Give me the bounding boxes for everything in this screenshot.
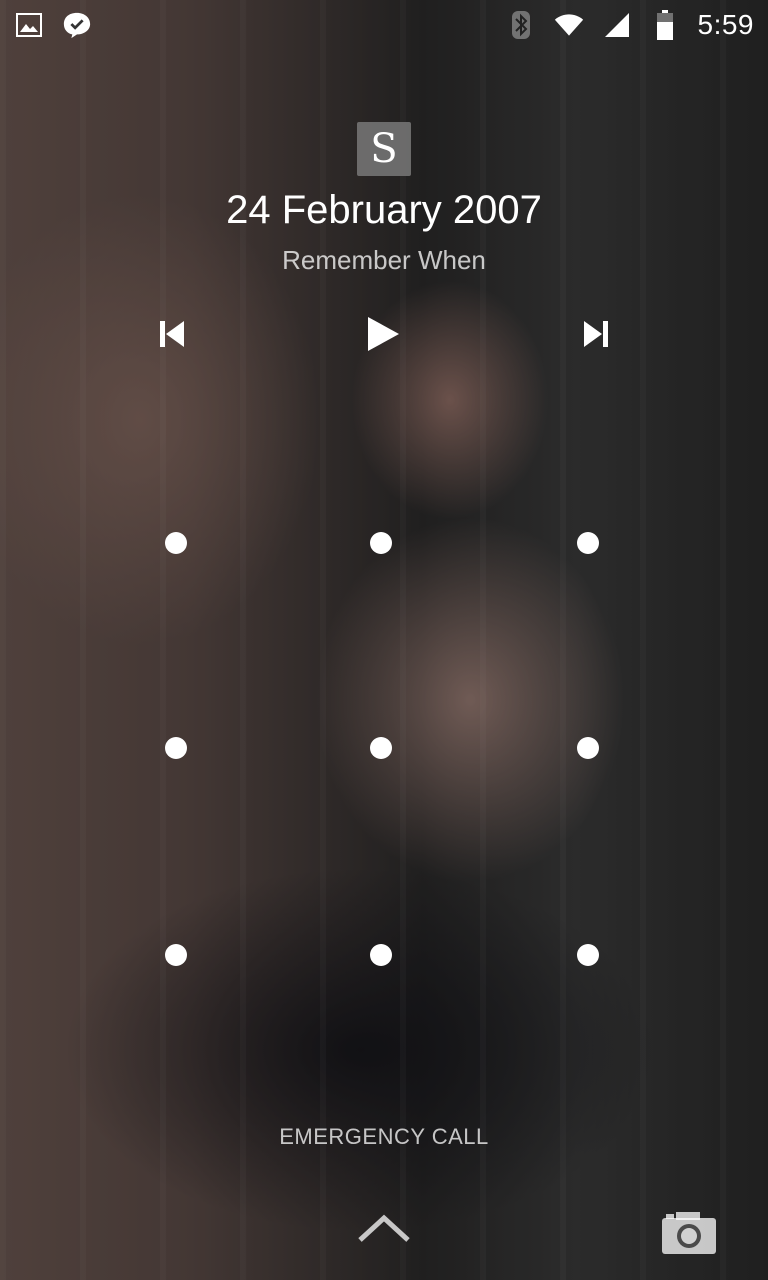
pattern-dot[interactable]: [370, 532, 392, 554]
pattern-dot[interactable]: [577, 737, 599, 759]
pattern-dot[interactable]: [370, 737, 392, 759]
pattern-lock-grid[interactable]: [0, 0, 768, 1280]
pattern-dot[interactable]: [577, 944, 599, 966]
camera-icon[interactable]: [660, 1208, 718, 1256]
pattern-dot[interactable]: [165, 944, 187, 966]
pattern-dot[interactable]: [577, 532, 599, 554]
unlock-chevron-icon[interactable]: [354, 1208, 414, 1248]
pattern-dot[interactable]: [165, 737, 187, 759]
pattern-dot[interactable]: [370, 944, 392, 966]
pattern-dot[interactable]: [165, 532, 187, 554]
emergency-call-button[interactable]: EMERGENCY CALL: [0, 1124, 768, 1150]
